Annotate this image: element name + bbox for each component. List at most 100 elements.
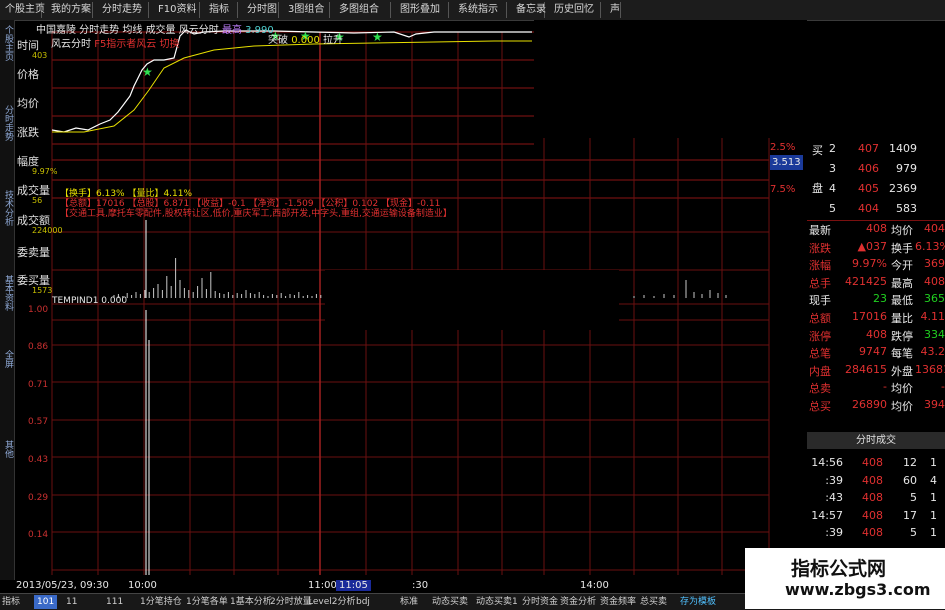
menu-item[interactable]: 我的方案 (48, 2, 93, 18)
divider (807, 220, 945, 221)
quote-label: 总手 (809, 276, 831, 290)
left-tab[interactable]: 技术分析 (0, 190, 14, 226)
left-tab[interactable]: 其他 (0, 440, 14, 458)
bottom-tab[interactable]: 总买卖 (640, 595, 667, 609)
tick-vol: 17 (903, 508, 917, 522)
bottom-tab[interactable]: 11 (66, 595, 77, 609)
legend-finance: 【总额】17016 【总股】6.871 【收益】-0.1 【净资】-1.509 … (60, 199, 441, 209)
quote-label: 涨幅 (809, 259, 831, 273)
time-1330: :30 (412, 580, 429, 591)
menu-item[interactable]: 3图组合 (285, 2, 330, 18)
quote-label: 总额 (809, 312, 831, 325)
menu-item[interactable]: 个股主页 (2, 2, 45, 18)
quote-label-2: 最低 (891, 294, 913, 308)
pan-label: 盘 (812, 182, 823, 195)
left-tab[interactable]: 全屏 (0, 350, 14, 368)
menu-item[interactable]: 指标 (206, 2, 238, 18)
bottom-tab[interactable]: Level2分析 (308, 595, 355, 609)
quote-value-2: 408 (924, 274, 945, 288)
signal-row: 突破 0.000 拉升 (268, 31, 343, 46)
menu-item[interactable]: 分时走势 (99, 2, 149, 18)
time-start: 2013/05/23, 09:30 (16, 580, 109, 591)
buy-label: 买 (812, 144, 823, 157)
quote-value: 284615 (845, 362, 887, 376)
tick-time: :43 (825, 491, 843, 504)
tick-time: :39 (825, 473, 843, 487)
quote-label: 总卖 (809, 382, 831, 396)
menu-item[interactable]: 图形叠加 (397, 2, 449, 18)
bottom-tab[interactable]: 资金频率 (600, 595, 636, 609)
bottom-tab[interactable]: 1分笔各单 (186, 595, 228, 609)
bottom-tab[interactable]: bdj (356, 595, 370, 609)
menu-item[interactable]: 历史回忆 (551, 2, 601, 18)
tick-count: 1 (930, 526, 937, 539)
ticks-header[interactable]: 分时成交 (807, 432, 945, 449)
bottom-tab[interactable]: 标准 (400, 595, 418, 609)
tick-count: 4 (930, 473, 937, 487)
time-cursor[interactable]: 11:05 (336, 580, 371, 591)
bottom-tab[interactable]: 111 (106, 595, 123, 609)
tick-vol: 5 (910, 526, 917, 539)
time-1400: 14:00 (580, 580, 609, 591)
upper-right-blank (534, 20, 807, 138)
quote-value: 23 (873, 292, 887, 306)
signal-star-icon: ★ (142, 65, 153, 79)
tick-count: 1 (930, 491, 937, 504)
bottom-tab[interactable]: 存为模板 (680, 595, 716, 609)
quote-label-2: 量比 (891, 312, 913, 325)
left-tab[interactable]: 分时走势 (0, 105, 14, 141)
left-tab[interactable]: 个股主页 (0, 25, 14, 61)
bottom-tab[interactable]: 动态买卖1 (476, 595, 518, 609)
quote-value-2: 4.11 (920, 310, 945, 323)
time-1100: 11:00 (308, 580, 337, 591)
book-price: 406 (858, 162, 879, 175)
bottom-tab[interactable]: 101 (34, 595, 58, 609)
signal-value: 0.000 (291, 35, 320, 46)
indicator-tick: 0.29 (28, 493, 49, 503)
quote-value: 408 (866, 327, 887, 341)
left-tab[interactable]: 基本资料 (0, 275, 14, 311)
quote-value-2: 334 (924, 327, 945, 341)
menu-item[interactable]: F10资料 (155, 2, 200, 18)
legend-concepts: 【交通工具,摩托车零配件,股权转让区,低价,重庆军工,西部开发,中字头,重组,交… (60, 209, 452, 219)
pct-top: 2.5% (770, 142, 796, 153)
quote-value-2: 136810 (915, 362, 945, 376)
tick-time: 14:56 (811, 456, 843, 469)
quote-value: - (883, 380, 887, 394)
bottom-tab[interactable]: 动态买卖 (432, 595, 468, 609)
pct-highlight: 3.513 (770, 155, 803, 170)
quote-label: 现手 (809, 294, 831, 308)
tab-fengyun[interactable]: 风云分时 (179, 25, 219, 36)
tick-price: 408 (862, 526, 883, 539)
menu-item[interactable]: 声 (607, 2, 621, 18)
menu-item[interactable]: 多图组合 (336, 2, 391, 18)
bottom-tab[interactable]: 2分时放量 (270, 595, 312, 609)
indicator-tick: 0.14 (28, 530, 49, 540)
book-vol: 1409 (889, 142, 917, 155)
bottom-tab[interactable]: 1基本分析 (230, 595, 272, 609)
indicator-tick: 0.43 (28, 455, 49, 465)
bottom-tab[interactable]: 资金分析 (560, 595, 596, 609)
quote-value: 408 (866, 222, 887, 235)
quote-value-2: 365 (924, 292, 945, 306)
quote-panel: 买盘 2 407 1409 3 406 979 4 405 2369 5 404 583 最新 408 均价 4… (807, 140, 945, 580)
tick-vol: 60 (903, 473, 917, 487)
tick-price: 408 (862, 456, 883, 469)
bottom-tab[interactable]: 分时资金 (522, 595, 558, 609)
info-value: 56 (32, 196, 43, 205)
tick-vol: 5 (910, 491, 917, 504)
quote-label-2: 换手 (891, 241, 913, 255)
book-level: 2 (829, 142, 836, 155)
bottom-tab[interactable]: 指标 (2, 595, 20, 609)
bottom-tab[interactable]: 1分笔持仓 (140, 595, 182, 609)
quote-label: 总买 (809, 400, 831, 413)
book-level: 5 (829, 202, 836, 215)
quote-label-2: 均价 (891, 400, 913, 413)
menu-item[interactable]: 备忘录 (513, 2, 546, 18)
quote-value: 421425 (845, 274, 887, 288)
book-vol: 2369 (889, 182, 917, 195)
menu-item[interactable]: 分时图 (244, 2, 279, 18)
menu-item[interactable]: 系统指示 (455, 2, 507, 18)
indicator-tick: 0.71 (28, 380, 49, 390)
quote-value-2: - (941, 380, 945, 394)
